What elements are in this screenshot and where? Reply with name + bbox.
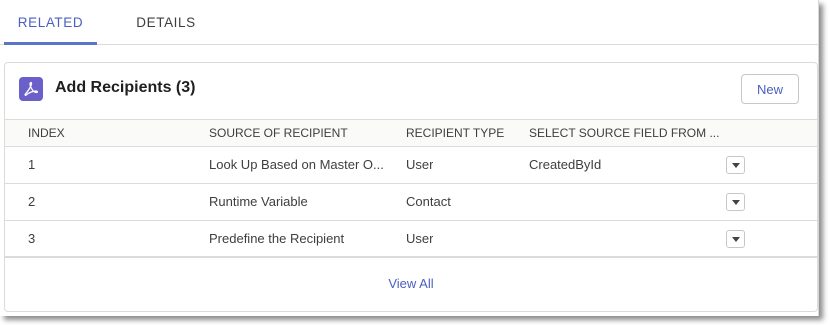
cell-type: User	[406, 231, 434, 246]
cell-index[interactable]: 2	[28, 183, 35, 220]
cell-source: Predefine the Recipient	[209, 231, 345, 246]
related-list-card: Add Recipients (3) New INDEX SOURCE OF R…	[4, 62, 818, 312]
cell-source: Look Up Based on Master O...	[209, 157, 384, 172]
row-actions-dropdown-icon[interactable]	[726, 230, 745, 248]
cell-index[interactable]: 1	[28, 146, 35, 183]
new-button[interactable]: New	[741, 74, 799, 104]
cell-type: Contact	[406, 194, 451, 209]
view-all-link[interactable]: View All	[5, 257, 817, 311]
cell-source: Runtime Variable	[209, 194, 308, 209]
card-title[interactable]: Add Recipients (3)	[55, 79, 195, 97]
row-actions-dropdown-icon[interactable]	[726, 193, 745, 211]
tab-bar: RELATED DETAILS	[0, 0, 818, 45]
cell-index[interactable]: 3	[28, 220, 35, 257]
card-header: Add Recipients (3) New	[5, 63, 817, 119]
table-row: 1 Look Up Based on Master O... User Crea…	[5, 146, 817, 184]
cell-field: CreatedById	[529, 157, 602, 172]
pdf-icon	[19, 77, 43, 101]
tab-details[interactable]: DETAILS	[120, 0, 212, 44]
table-row: 3 Predefine the Recipient User	[5, 220, 817, 258]
row-actions-dropdown-icon[interactable]	[726, 156, 745, 174]
related-list-panel: RELATED DETAILS Add Recipients (3) New I…	[0, 0, 819, 316]
column-header-index[interactable]: INDEX	[28, 120, 65, 146]
table-row: 2 Runtime Variable Contact	[5, 183, 817, 221]
tab-related[interactable]: RELATED	[4, 0, 97, 45]
column-header-source[interactable]: SOURCE OF RECIPIENT	[209, 120, 348, 146]
column-header-source-field[interactable]: SELECT SOURCE FIELD FROM ...	[529, 120, 719, 146]
table-header: INDEX SOURCE OF RECIPIENT RECIPIENT TYPE…	[5, 119, 817, 147]
column-header-type[interactable]: RECIPIENT TYPE	[406, 120, 504, 146]
cell-type: User	[406, 157, 434, 172]
